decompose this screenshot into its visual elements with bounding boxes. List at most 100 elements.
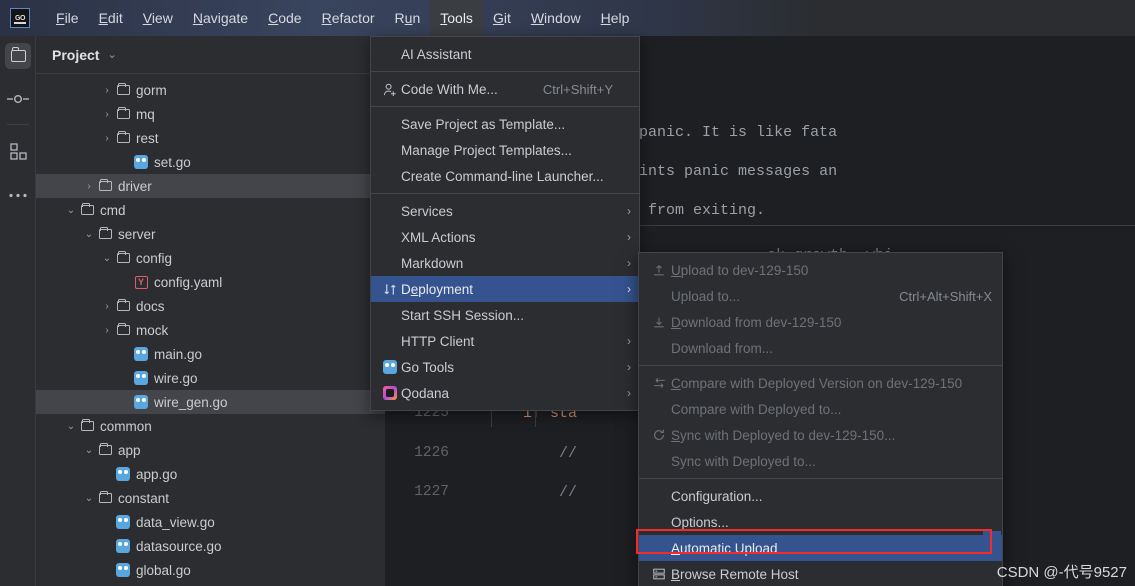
menu-view[interactable]: View xyxy=(133,0,183,36)
structure-tool-window-button[interactable] xyxy=(0,131,36,171)
deployment-menu-item-automatic-upload[interactable]: Automatic Upload xyxy=(639,535,1002,561)
chevron-down-icon[interactable]: ⌄ xyxy=(64,205,78,216)
tools-menu-item-save-project-as-template[interactable]: Save Project as Template... xyxy=(371,111,639,137)
tools-menu-item-qodana[interactable]: Qodana › xyxy=(371,380,639,406)
deployment-menu-item-browse-remote-host[interactable]: Browse Remote Host xyxy=(639,561,1002,586)
chevron-right-icon[interactable]: › xyxy=(100,109,114,120)
deployment-menu-item-label: Upload to dev-129-150 xyxy=(671,262,809,278)
tree-item[interactable]: ›wire.go xyxy=(36,366,385,390)
deployment-menu-item-upload-to-dev-129-150[interactable]: Upload to dev-129-150 xyxy=(639,257,1002,283)
deployment-menu-item-options[interactable]: Options... xyxy=(639,509,1002,535)
tools-menu-item-deployment[interactable]: Deployment › xyxy=(371,276,639,302)
tree-item[interactable]: ›app.go xyxy=(36,462,385,486)
tree-item[interactable]: › driver xyxy=(36,174,385,198)
deployment-menu-item-label: Configuration... xyxy=(671,488,763,504)
tools-menu-item-label: XML Actions xyxy=(401,229,476,245)
tools-menu-item-services[interactable]: Services › xyxy=(371,198,639,224)
folder-icon xyxy=(114,106,132,119)
tree-item[interactable]: › mq xyxy=(36,102,385,126)
deployment-menu-item-sync-with-deployed-to-dev-129-150[interactable]: Sync with Deployed to dev-129-150... xyxy=(639,422,1002,448)
commit-tool-window-button[interactable] xyxy=(0,76,36,122)
tree-item[interactable]: ⌄ config xyxy=(36,246,385,270)
chevron-right-icon[interactable]: › xyxy=(100,301,114,312)
menu-help[interactable]: Help xyxy=(591,0,640,36)
folder-icon xyxy=(78,418,96,431)
tree-item[interactable]: › rest xyxy=(36,126,385,150)
qodana-icon xyxy=(379,386,401,400)
tree-item[interactable]: › docs xyxy=(36,294,385,318)
menu-window[interactable]: Window xyxy=(521,0,591,36)
tools-menu-item-go-tools[interactable]: Go Tools › xyxy=(371,354,639,380)
chevron-down-icon[interactable]: ⌄ xyxy=(64,421,78,432)
deployment-menu-item-compare-with-deployed-to[interactable]: Compare with Deployed to... xyxy=(639,396,1002,422)
structure-icon xyxy=(5,138,31,164)
menu-file[interactable]: File xyxy=(46,0,89,36)
chevron-down-icon[interactable]: ⌄ xyxy=(82,229,96,240)
chevron-right-icon[interactable]: › xyxy=(100,85,114,96)
deployment-menu-item-download-from[interactable]: Download from... xyxy=(639,335,1002,361)
menu-run[interactable]: Run xyxy=(385,0,431,36)
tree-item-label: server xyxy=(118,226,156,242)
tools-menu-item-ai-assistant[interactable]: AI Assistant xyxy=(371,41,639,67)
project-tool-window-button[interactable] xyxy=(0,36,36,76)
chevron-down-icon[interactable]: ⌄ xyxy=(107,48,116,61)
menu-navigate[interactable]: Navigate xyxy=(183,0,258,36)
tools-menu-item-markdown[interactable]: Markdown › xyxy=(371,250,639,276)
menu-git[interactable]: Git xyxy=(483,0,521,36)
tree-item[interactable]: ⌄ server xyxy=(36,222,385,246)
tools-menu-item-xml-actions[interactable]: XML Actions › xyxy=(371,224,639,250)
chevron-down-icon[interactable]: ⌄ xyxy=(82,493,96,504)
tools-menu-item-label: Go Tools xyxy=(401,359,455,375)
tree-item[interactable]: › gorm xyxy=(36,78,385,102)
deployment-icon xyxy=(379,282,401,297)
folder-icon xyxy=(78,202,96,215)
yaml-file-icon: Y xyxy=(132,275,150,289)
project-panel-header[interactable]: Project ⌄ xyxy=(36,36,385,74)
tools-menu-item-label: Create Command-line Launcher... xyxy=(401,168,604,184)
menu-separator xyxy=(371,193,639,194)
tools-menu-item-code-with-me[interactable]: Code With Me... Ctrl+Shift+Y xyxy=(371,76,639,102)
tree-item[interactable]: ›data_view.go xyxy=(36,510,385,534)
more-tool-windows-button[interactable] xyxy=(0,171,36,219)
go-file-icon xyxy=(132,155,150,169)
tree-item[interactable]: ⌄ cmd xyxy=(36,198,385,222)
chevron-right-icon[interactable]: › xyxy=(100,133,114,144)
tree-item[interactable]: ›wire_gen.go xyxy=(36,390,385,414)
tools-menu-item-manage-project-templates[interactable]: Manage Project Templates... xyxy=(371,137,639,163)
tools-menu-item-http-client[interactable]: HTTP Client › xyxy=(371,328,639,354)
tree-item[interactable]: ⌄ app xyxy=(36,438,385,462)
tree-item[interactable]: ⌄ common xyxy=(36,414,385,438)
deployment-menu-item-upload-to[interactable]: Upload to... Ctrl+Alt+Shift+X xyxy=(639,283,1002,309)
tree-item[interactable]: ›Yconfig.yaml xyxy=(36,270,385,294)
menu-edit[interactable]: Edit xyxy=(89,0,133,36)
tree-item[interactable]: ›global.go xyxy=(36,558,385,582)
tree-item[interactable]: ›datasource.go xyxy=(36,534,385,558)
chevron-right-icon: › xyxy=(627,334,631,348)
tools-menu-item-label: HTTP Client xyxy=(401,333,475,349)
tree-item[interactable]: ›main.go xyxy=(36,342,385,366)
chevron-right-icon[interactable]: › xyxy=(82,181,96,192)
deployment-menu-item-download-from-dev-129-150[interactable]: Download from dev-129-150 xyxy=(639,309,1002,335)
folder-icon xyxy=(114,298,132,311)
tools-menu-item-label: Qodana xyxy=(401,385,450,401)
chevron-down-icon[interactable]: ⌄ xyxy=(100,253,114,264)
deployment-submenu-popup: Upload to dev-129-150 Upload to... Ctrl+Al… xyxy=(638,252,1003,586)
deployment-menu-item-configuration[interactable]: Configuration... xyxy=(639,483,1002,509)
menu-code[interactable]: Code xyxy=(258,0,311,36)
chevron-down-icon[interactable]: ⌄ xyxy=(82,445,96,456)
menu-tools[interactable]: Tools xyxy=(430,0,483,36)
chevron-right-icon[interactable]: › xyxy=(100,325,114,336)
tree-item-label: config.yaml xyxy=(154,274,223,290)
menu-label: Refactor xyxy=(321,10,375,26)
automatic-upload-highlight-tail xyxy=(983,531,1001,552)
deployment-menu-item-sync-with-deployed-to[interactable]: Sync with Deployed to... xyxy=(639,448,1002,474)
tree-item[interactable]: ⌄ constant xyxy=(36,486,385,510)
deployment-menu-item-compare-with-deployed-version-on-dev-129-150[interactable]: Compare with Deployed Version on dev-129… xyxy=(639,370,1002,396)
menu-refactor[interactable]: Refactor xyxy=(312,0,385,36)
main-menu-bar: GO File Edit View Navigate Code Refactor Run To… xyxy=(0,0,1135,36)
tools-menu-item-start-ssh-session[interactable]: Start SSH Session... xyxy=(371,302,639,328)
go-file-icon xyxy=(132,347,150,361)
tools-menu-item-create-command-line-launcher[interactable]: Create Command-line Launcher... xyxy=(371,163,639,189)
tree-item[interactable]: › mock xyxy=(36,318,385,342)
tree-item[interactable]: ›set.go xyxy=(36,150,385,174)
